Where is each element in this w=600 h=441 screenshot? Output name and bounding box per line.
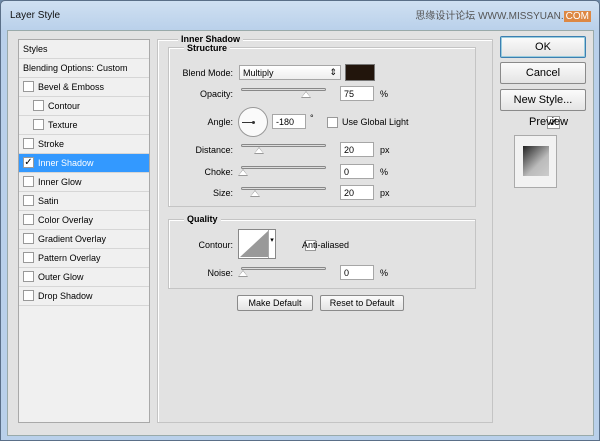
- style-item-label: Stroke: [38, 139, 65, 149]
- style-item-label: Inner Glow: [38, 177, 82, 187]
- use-global-light-checkbox[interactable]: [327, 117, 338, 128]
- style-item-label: Color Overlay: [38, 215, 94, 225]
- style-checkbox[interactable]: [23, 290, 34, 302]
- ok-button[interactable]: OK: [500, 36, 586, 58]
- reset-to-default-button[interactable]: Reset to Default: [320, 295, 404, 311]
- use-global-light-label[interactable]: Use Global Light: [342, 117, 409, 127]
- style-item-satin[interactable]: Satin: [19, 192, 149, 211]
- style-checkbox[interactable]: [33, 100, 44, 112]
- style-item-label: Texture: [48, 120, 78, 130]
- new-style-button[interactable]: New Style...: [500, 89, 586, 111]
- size-slider[interactable]: [241, 187, 326, 197]
- contour-picker[interactable]: ▾: [238, 229, 276, 259]
- angle-dial[interactable]: [238, 107, 268, 137]
- dialog-body: Styles Blending Options: Custom Bevel & E…: [7, 30, 594, 436]
- distance-slider-thumb[interactable]: [254, 147, 264, 154]
- contour-label: Contour:: [198, 240, 233, 250]
- blend-mode-label: Blend Mode:: [182, 68, 233, 78]
- style-checkbox[interactable]: [23, 214, 34, 226]
- window-title: Layer Style: [10, 10, 61, 21]
- choke-slider[interactable]: [238, 166, 326, 176]
- noise-slider[interactable]: [238, 267, 326, 277]
- style-item-label: Satin: [38, 196, 59, 206]
- style-checkbox[interactable]: [23, 271, 34, 283]
- quality-title: Quality: [184, 214, 221, 224]
- shadow-color-swatch[interactable]: [345, 64, 375, 81]
- style-checkbox[interactable]: [23, 233, 34, 245]
- style-item-contour[interactable]: Contour: [19, 97, 149, 116]
- watermark-logo: 思缘设计论坛 WWW.MISSYUAN. COM: [415, 11, 591, 22]
- style-item-stroke[interactable]: Stroke: [19, 135, 149, 154]
- style-item-label: Inner Shadow: [38, 158, 94, 168]
- style-item-texture[interactable]: Texture: [19, 116, 149, 135]
- distance-unit: px: [380, 145, 390, 155]
- quality-group: [168, 219, 476, 289]
- style-item-inner-glow[interactable]: Inner Glow: [19, 173, 149, 192]
- style-checkbox[interactable]: [23, 138, 34, 150]
- style-item-blending-options-custom[interactable]: Blending Options: Custom: [19, 59, 149, 78]
- distance-label: Distance:: [195, 145, 233, 155]
- styles-header[interactable]: Styles: [19, 40, 149, 59]
- style-item-color-overlay[interactable]: Color Overlay: [19, 211, 149, 230]
- choke-label: Choke:: [204, 167, 233, 177]
- choke-unit: %: [380, 167, 389, 177]
- opacity-slider[interactable]: [241, 88, 326, 98]
- size-unit: px: [380, 188, 390, 198]
- style-item-label: Blending Options: Custom: [23, 63, 128, 73]
- style-item-label: Outer Glow: [38, 272, 84, 282]
- style-item-label: Pattern Overlay: [38, 253, 101, 263]
- style-item-pattern-overlay[interactable]: Pattern Overlay: [19, 249, 149, 268]
- noise-input[interactable]: 0: [340, 265, 374, 280]
- size-input[interactable]: 20: [340, 185, 374, 200]
- opacity-slider-thumb[interactable]: [301, 91, 311, 98]
- angle-unit: °: [310, 113, 314, 123]
- make-default-button[interactable]: Make Default: [237, 295, 313, 311]
- cancel-button[interactable]: Cancel: [500, 62, 586, 84]
- opacity-input[interactable]: 75: [340, 86, 374, 101]
- style-item-label: Drop Shadow: [38, 291, 93, 301]
- updown-icon: ⇕: [329, 67, 337, 77]
- structure-title: Structure: [184, 43, 231, 53]
- style-checkbox[interactable]: [23, 176, 34, 188]
- style-item-label: Gradient Overlay: [38, 234, 107, 244]
- distance-input[interactable]: 20: [340, 142, 374, 157]
- style-checkbox[interactable]: [23, 252, 34, 264]
- anti-aliased-label[interactable]: Anti-aliased: [302, 240, 349, 250]
- style-checkbox[interactable]: ✓: [23, 157, 34, 169]
- preview-label[interactable]: Preview: [529, 116, 568, 128]
- style-item-inner-shadow[interactable]: ✓ Inner Shadow: [19, 154, 149, 173]
- noise-unit: %: [380, 268, 389, 278]
- size-slider-thumb[interactable]: [250, 190, 260, 197]
- choke-slider-thumb[interactable]: [238, 169, 248, 176]
- angle-label: Angle:: [207, 117, 233, 127]
- angle-input[interactable]: -180: [272, 114, 306, 129]
- chevron-down-icon[interactable]: ▾: [268, 230, 275, 258]
- style-item-gradient-overlay[interactable]: Gradient Overlay: [19, 230, 149, 249]
- style-checkbox[interactable]: [33, 119, 44, 131]
- distance-slider[interactable]: [241, 144, 326, 154]
- style-item-label: Contour: [48, 101, 81, 111]
- style-item-drop-shadow[interactable]: Drop Shadow: [19, 287, 149, 306]
- blend-mode-value: Multiply: [243, 68, 274, 78]
- contour-preview-icon: [240, 231, 268, 257]
- opacity-unit: %: [380, 89, 389, 99]
- styles-list: Styles Blending Options: Custom Bevel & E…: [18, 39, 150, 423]
- blend-mode-select[interactable]: Multiply ⇕: [239, 65, 341, 80]
- choke-input[interactable]: 0: [340, 164, 374, 179]
- preview-swatch: [514, 135, 557, 188]
- style-item-outer-glow[interactable]: Outer Glow: [19, 268, 149, 287]
- opacity-label: Opacity:: [199, 89, 233, 99]
- style-item-bevel-emboss[interactable]: Bevel & Emboss: [19, 78, 149, 97]
- style-checkbox[interactable]: [23, 81, 34, 93]
- noise-label: Noise:: [207, 268, 233, 278]
- noise-slider-thumb[interactable]: [238, 270, 248, 277]
- layer-style-dialog: Layer Style 思缘设计论坛 WWW.MISSYUAN. COM Styl…: [0, 0, 600, 441]
- style-checkbox[interactable]: [23, 195, 34, 207]
- style-item-label: Bevel & Emboss: [38, 82, 105, 92]
- size-label: Size:: [212, 188, 233, 198]
